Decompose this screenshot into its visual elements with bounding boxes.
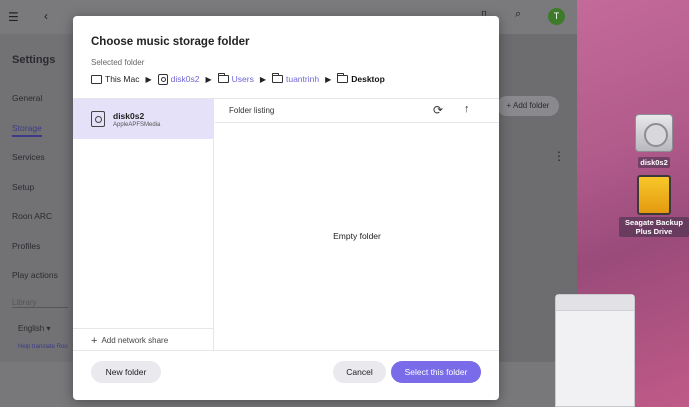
select-folder-button[interactable]: Select this folder: [391, 361, 481, 383]
settings-title: Settings: [12, 54, 56, 66]
sidebar-item-play-actions[interactable]: Play actions: [12, 270, 58, 280]
breadcrumb-label: tuantrinh: [285, 74, 320, 84]
disk-icon: [157, 73, 168, 85]
library-label: Library: [12, 298, 37, 307]
language-label: English: [18, 324, 45, 333]
help-translate-link[interactable]: Help translate Roo: [18, 344, 68, 350]
disk-icon: [91, 111, 105, 127]
active-underline: [12, 135, 42, 137]
folder-listing: Folder listing ⟳ ↑ Empty folder: [215, 99, 499, 350]
sidebar-item-roon-arc[interactable]: Roon ARC: [12, 211, 52, 221]
desktop-icon-label: Seagate Backup Plus Drive: [619, 217, 689, 237]
sidebar-item-setup[interactable]: Setup: [12, 182, 34, 192]
folder-listing-title: Folder listing: [229, 106, 275, 115]
hard-drive-icon: [635, 114, 673, 152]
breadcrumb-label: Desktop: [351, 74, 385, 84]
volume-item-disk0s2[interactable]: disk0s2 AppleAPFSMedia: [73, 99, 214, 139]
breadcrumb: This Mac ▶ disk0s2 ▶ Users ▶ tuantrinh ▶…: [91, 73, 385, 85]
add-network-share-button[interactable]: + Add network share: [73, 328, 214, 352]
breadcrumb-label: This Mac: [105, 74, 140, 84]
choose-folder-dialog: Choose music storage folder Selected fol…: [73, 16, 499, 400]
language-select[interactable]: English ▾: [18, 324, 51, 333]
menu-icon[interactable]: ☰: [8, 10, 19, 24]
sidebar-item-profiles[interactable]: Profiles: [12, 241, 40, 251]
folder-icon: [217, 73, 229, 83]
more-options-icon[interactable]: ⋮: [553, 149, 565, 163]
arrow-up-icon[interactable]: ↑: [464, 103, 470, 115]
sidebar-item-storage[interactable]: Storage: [12, 123, 42, 133]
desktop-window: [555, 294, 635, 407]
breadcrumb-desktop[interactable]: Desktop: [337, 73, 385, 84]
back-arrow-icon[interactable]: ‹: [44, 9, 48, 23]
volume-list: disk0s2 AppleAPFSMedia + Add network sha…: [73, 99, 214, 350]
cancel-button[interactable]: Cancel: [333, 361, 386, 383]
breadcrumb-this-mac[interactable]: This Mac: [91, 74, 139, 84]
plus-icon: +: [91, 334, 98, 347]
avatar[interactable]: T: [548, 8, 565, 25]
chevron-right-icon: ▶: [205, 74, 212, 84]
new-folder-button[interactable]: New folder: [91, 361, 161, 383]
desktop-icon-seagate[interactable]: Seagate Backup Plus Drive: [619, 175, 689, 239]
chevron-right-icon: ▶: [325, 74, 332, 84]
search-icon[interactable]: ⌕: [515, 8, 521, 21]
library-select[interactable]: Library: [12, 298, 68, 308]
volume-description: AppleAPFSMedia: [113, 121, 161, 128]
folder-listing-header: Folder listing ⟳ ↑: [215, 99, 499, 123]
selected-folder-label: Selected folder: [91, 58, 145, 67]
breadcrumb-label: disk0s2: [170, 74, 200, 84]
sidebar-item-services[interactable]: Services: [12, 152, 45, 162]
folder-icon: [337, 73, 349, 83]
chevron-right-icon: ▶: [145, 74, 152, 84]
folder-icon: [271, 73, 283, 83]
chevron-right-icon: ▶: [259, 74, 266, 84]
dialog-title: Choose music storage folder: [91, 36, 250, 48]
external-drive-icon: [637, 175, 671, 215]
add-network-share-label: Add network share: [101, 336, 169, 345]
mac-icon: [91, 74, 102, 84]
folder-browser: disk0s2 AppleAPFSMedia + Add network sha…: [73, 98, 499, 351]
add-folder-label: Add folder: [512, 101, 550, 110]
desktop-icon-label: disk0s2: [638, 157, 670, 168]
empty-folder-message: Empty folder: [333, 231, 381, 241]
sidebar-item-general[interactable]: General: [12, 93, 42, 103]
desktop-icon-disk0s2[interactable]: disk0s2: [622, 114, 686, 170]
breadcrumb-label: Users: [231, 74, 254, 84]
refresh-icon[interactable]: ⟳: [433, 103, 443, 117]
breadcrumb-disk0s2[interactable]: disk0s2: [157, 73, 200, 85]
volume-name: disk0s2: [113, 110, 145, 121]
breadcrumb-users[interactable]: Users: [217, 73, 254, 84]
breadcrumb-tuantrinh[interactable]: tuantrinh: [271, 73, 320, 84]
add-folder-button[interactable]: + Add folder: [497, 96, 559, 116]
